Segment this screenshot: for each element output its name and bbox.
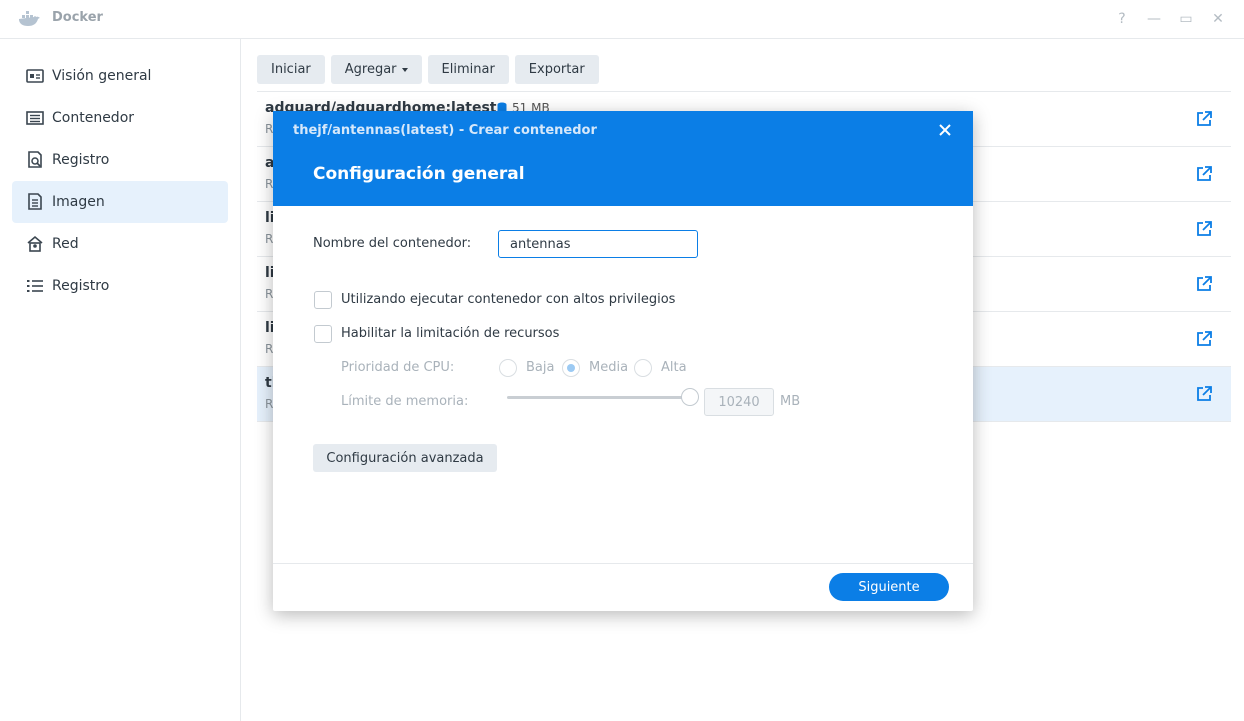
sidebar-item-label: Visión general (52, 68, 152, 84)
memory-slider-track[interactable] (507, 396, 691, 399)
container-name-label: Nombre del contenedor: (313, 236, 472, 251)
sidebar-item-label: Registro (52, 152, 110, 168)
sidebar-item-registry[interactable]: Registro (12, 139, 228, 181)
container-icon (26, 109, 44, 127)
sidebar: Visión general Contenedor Registro Image… (0, 39, 241, 721)
log-list-icon (26, 277, 44, 295)
open-external-icon[interactable] (1195, 110, 1213, 128)
minimize-button[interactable]: — (1146, 9, 1162, 29)
overview-icon (26, 67, 44, 85)
advanced-settings-button[interactable]: Configuración avanzada (313, 444, 497, 472)
app-title: Docker (52, 10, 103, 25)
sidebar-item-network[interactable]: Red (12, 223, 228, 265)
dialog-header: thejf/antennas(latest) - Crear contenedo… (273, 111, 973, 206)
close-icon[interactable] (936, 121, 954, 139)
export-button[interactable]: Exportar (514, 55, 599, 84)
cpu-medium-radio[interactable] (562, 359, 580, 377)
image-icon (26, 193, 44, 211)
registry-search-icon (26, 151, 44, 169)
network-icon (26, 235, 44, 253)
delete-button-label: Eliminar (441, 62, 495, 77)
add-button[interactable]: Agregar (330, 55, 422, 84)
open-external-icon[interactable] (1195, 220, 1213, 238)
open-external-icon[interactable] (1195, 275, 1213, 293)
resource-limit-checkbox[interactable] (314, 325, 332, 343)
next-button-label: Siguiente (858, 579, 920, 595)
memory-unit: MB (780, 394, 801, 409)
sidebar-item-image[interactable]: Imagen (12, 181, 228, 223)
sidebar-item-label: Red (52, 236, 79, 252)
privileged-label: Utilizando ejecutar contenedor con altos… (341, 292, 676, 307)
advanced-settings-label: Configuración avanzada (326, 450, 484, 466)
sidebar-item-container[interactable]: Contenedor (12, 97, 228, 139)
sidebar-item-label: Contenedor (52, 110, 135, 126)
sidebar-item-label: Imagen (52, 194, 105, 210)
memory-limit-label: Límite de memoria: (341, 394, 469, 409)
open-external-icon[interactable] (1195, 165, 1213, 183)
close-window-button[interactable]: ✕ (1210, 9, 1226, 29)
sidebar-item-log[interactable]: Registro (12, 265, 228, 307)
cpu-low-radio[interactable] (499, 359, 517, 377)
open-external-icon[interactable] (1195, 385, 1213, 403)
cpu-low-label: Baja (526, 360, 555, 375)
maximize-button[interactable]: ▭ (1178, 9, 1194, 29)
help-button[interactable]: ? (1114, 9, 1130, 29)
cpu-high-label: Alta (661, 360, 687, 375)
delete-button[interactable]: Eliminar (427, 55, 509, 84)
title-bar: Docker ? — ▭ ✕ (0, 0, 1244, 39)
cpu-medium-label: Media (589, 360, 629, 375)
chevron-down-icon (401, 67, 408, 72)
privileged-checkbox[interactable] (314, 291, 332, 309)
dialog-footer-divider (273, 563, 973, 564)
container-name-input[interactable] (498, 230, 698, 258)
next-button[interactable]: Siguiente (829, 573, 949, 601)
dialog-subtitle: Configuración general (313, 164, 525, 184)
sidebar-item-overview[interactable]: Visión general (12, 55, 228, 97)
start-button[interactable]: Iniciar (257, 55, 325, 84)
memory-slider-handle[interactable] (681, 388, 699, 406)
memory-limit-input[interactable] (704, 388, 774, 416)
export-button-label: Exportar (528, 62, 585, 77)
resource-limit-label: Habilitar la limitación de recursos (341, 326, 560, 341)
docker-logo-icon (19, 11, 40, 26)
add-button-label: Agregar (344, 62, 397, 77)
dialog-title: thejf/antennas(latest) - Crear contenedo… (293, 123, 597, 138)
open-external-icon[interactable] (1195, 330, 1213, 348)
cpu-priority-label: Prioridad de CPU: (341, 360, 455, 375)
toolbar: Iniciar Agregar Eliminar Exportar (257, 55, 599, 84)
start-button-label: Iniciar (271, 62, 311, 77)
sidebar-item-label: Registro (52, 278, 110, 294)
cpu-high-radio[interactable] (634, 359, 652, 377)
create-container-dialog: thejf/antennas(latest) - Crear contenedo… (273, 111, 973, 611)
